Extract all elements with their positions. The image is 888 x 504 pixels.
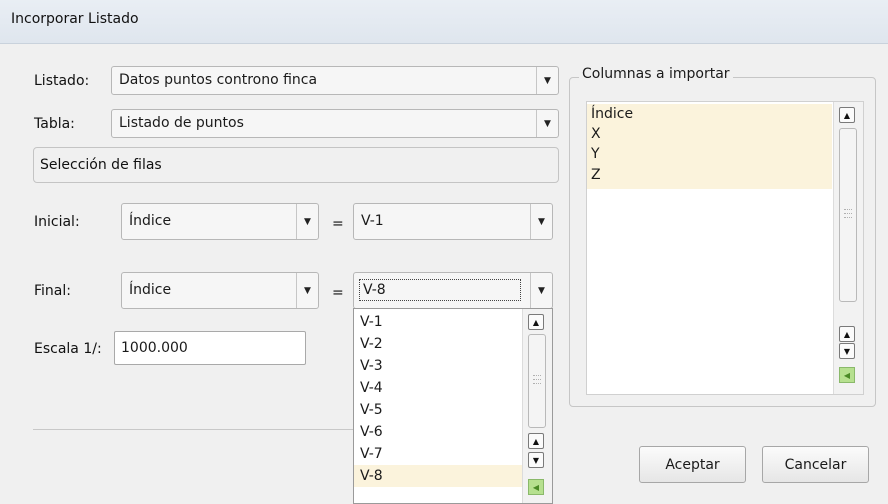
inicial-label: Inicial: xyxy=(34,214,80,230)
scroll-thumb[interactable] xyxy=(839,128,857,302)
list-item[interactable]: Z xyxy=(587,165,832,189)
final-field-combo[interactable]: Índice ▼ xyxy=(121,272,319,309)
final-value: V-8 xyxy=(359,279,521,301)
scroll-down-icon[interactable]: ▼ xyxy=(839,343,855,359)
list-item[interactable]: Y xyxy=(587,144,832,165)
listado-value: Datos puntos controno finca xyxy=(119,72,318,88)
row-selection-label: Selección de filas xyxy=(40,157,162,173)
scroll-up-icon[interactable]: ▲ xyxy=(839,107,855,123)
final-field-value: Índice xyxy=(129,282,172,298)
columns-listbox[interactable]: Índice X Y Z ▲ ▲ ▼ ◀ xyxy=(586,101,864,395)
row-selection-box: Selección de filas xyxy=(33,147,559,183)
dropdown-scrollbar[interactable]: ▲ ▲ ▼ ◀ xyxy=(522,309,552,503)
escala-value: 1000.000 xyxy=(121,340,188,356)
list-item[interactable]: Índice xyxy=(587,104,832,125)
dropdown-option[interactable]: V-4 xyxy=(354,377,522,399)
chevron-down-icon[interactable]: ▼ xyxy=(296,204,318,239)
listado-label: Listado: xyxy=(34,73,90,89)
scroll-thumb[interactable] xyxy=(528,334,546,428)
scroll-left-icon[interactable]: ◀ xyxy=(528,479,544,495)
scroll-left-icon[interactable]: ◀ xyxy=(839,367,855,383)
cancel-button[interactable]: Cancelar xyxy=(762,446,869,483)
inicial-field-combo[interactable]: Índice ▼ xyxy=(121,203,319,240)
dropdown-option[interactable]: V-1 xyxy=(354,311,522,333)
final-label: Final: xyxy=(34,283,71,299)
dropdown-option-selected[interactable]: V-8 xyxy=(354,465,522,487)
inicial-field-value: Índice xyxy=(129,213,172,229)
chevron-down-icon[interactable]: ▼ xyxy=(536,67,558,94)
final-value-combo[interactable]: V-8 ▼ xyxy=(353,272,553,309)
dropdown-option[interactable]: V-7 xyxy=(354,443,522,465)
escala-label: Escala 1/: xyxy=(34,341,102,357)
final-value-dropdown[interactable]: V-1 V-2 V-3 V-4 V-5 V-6 V-7 V-8 ▲ ▲ ▼ ◀ xyxy=(353,308,553,504)
tabla-combo[interactable]: Listado de puntos ▼ xyxy=(111,109,559,138)
list-item[interactable]: X xyxy=(587,125,832,144)
inicial-value: V-1 xyxy=(361,213,384,229)
tabla-label: Tabla: xyxy=(34,116,75,132)
dropdown-option[interactable]: V-2 xyxy=(354,333,522,355)
scroll-up-icon[interactable]: ▲ xyxy=(528,433,544,449)
scroll-down-icon[interactable]: ▼ xyxy=(528,452,544,468)
title-bar: Incorporar Listado xyxy=(0,0,888,44)
columns-scrollbar[interactable]: ▲ ▲ ▼ ◀ xyxy=(833,102,863,394)
chevron-down-icon[interactable]: ▼ xyxy=(530,204,552,239)
listado-combo[interactable]: Datos puntos controno finca ▼ xyxy=(111,66,559,95)
window-title: Incorporar Listado xyxy=(11,11,139,27)
columns-group-title: Columnas a importar xyxy=(579,66,733,82)
dropdown-option[interactable]: V-5 xyxy=(354,399,522,421)
tabla-value: Listado de puntos xyxy=(119,115,244,131)
equals-sign: = xyxy=(332,216,344,232)
scroll-up-icon[interactable]: ▲ xyxy=(839,326,855,342)
dropdown-option[interactable]: V-6 xyxy=(354,421,522,443)
accept-button[interactable]: Aceptar xyxy=(639,446,746,483)
chevron-down-icon[interactable]: ▼ xyxy=(530,273,552,308)
scroll-up-icon[interactable]: ▲ xyxy=(528,314,544,330)
chevron-down-icon[interactable]: ▼ xyxy=(536,110,558,137)
dropdown-option[interactable]: V-3 xyxy=(354,355,522,377)
equals-sign: = xyxy=(332,285,344,301)
chevron-down-icon[interactable]: ▼ xyxy=(296,273,318,308)
inicial-value-combo[interactable]: V-1 ▼ xyxy=(353,203,553,240)
escala-input[interactable]: 1000.000 xyxy=(114,331,306,365)
